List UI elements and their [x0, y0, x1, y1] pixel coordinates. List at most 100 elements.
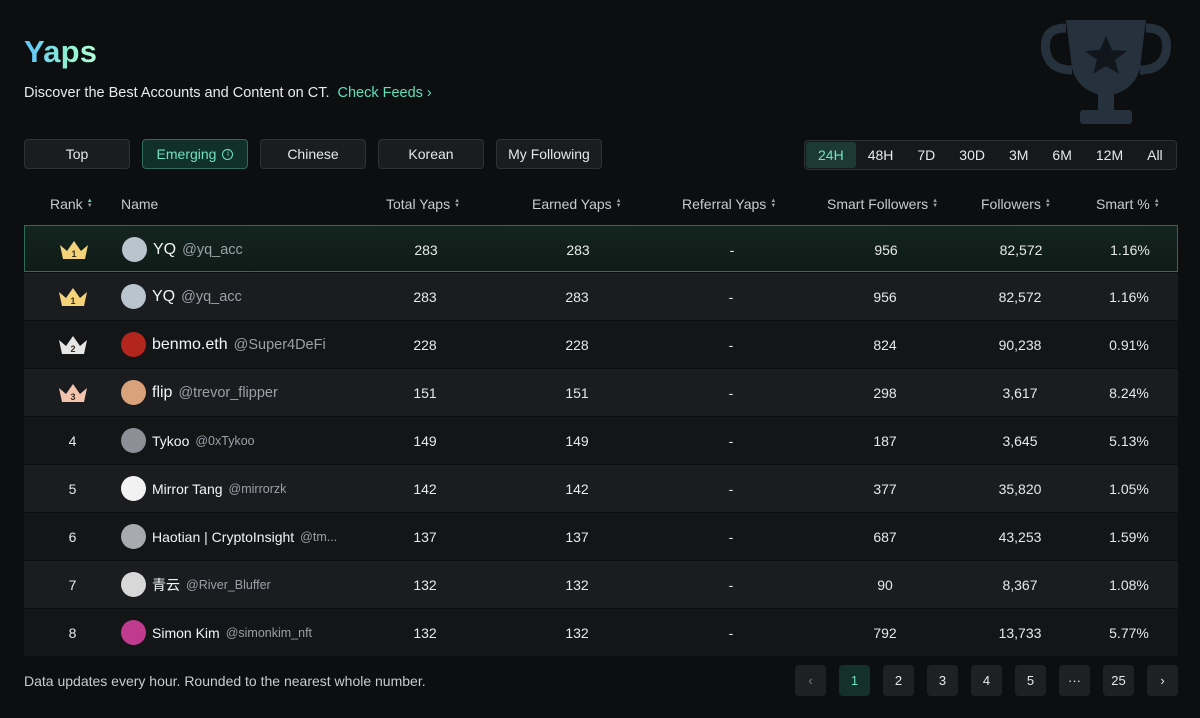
total-yaps-cell: 149	[413, 432, 437, 449]
display-name[interactable]: benmo.eth	[152, 336, 228, 354]
followers-cell: 13,733	[998, 624, 1042, 641]
smart-pct-cell: 1.05%	[1109, 480, 1149, 497]
avatar[interactable]	[121, 620, 146, 645]
total-yaps-cell: 283	[414, 241, 438, 258]
header-earned-yaps[interactable]: Earned Yaps ▲ ▼	[532, 196, 622, 212]
name-cell[interactable]: Haotian | CryptoInsight @tm...	[121, 513, 371, 560]
name-cell[interactable]: YQ @yq_acc	[122, 226, 372, 273]
referral-yaps-cell: -	[728, 480, 734, 497]
prev-page-button[interactable]: ‹	[795, 665, 826, 696]
table-row[interactable]: 1 YQ @yq_acc 283 283 - 956 82,572 1.16%	[24, 225, 1178, 272]
tab-chinese[interactable]: Chinese	[260, 139, 366, 169]
period-3m[interactable]: 3M	[997, 142, 1040, 168]
tab-top[interactable]: Top	[24, 139, 130, 169]
tab-my-following-label: My Following	[508, 146, 590, 162]
display-name[interactable]: Haotian | CryptoInsight	[152, 529, 294, 545]
tab-my-following[interactable]: My Following	[496, 139, 602, 169]
sort-icon: ▲ ▼	[615, 198, 622, 209]
smart-followers-cell: 187	[873, 432, 897, 449]
name-cell[interactable]: YQ @yq_acc	[121, 273, 371, 320]
header-rank[interactable]: Rank ▲ ▼	[50, 196, 93, 212]
period-all[interactable]: All	[1135, 142, 1175, 168]
display-name[interactable]: Mirror Tang	[152, 481, 223, 497]
time-period-selector: 24H 48H 7D 30D 3M 6M 12M All	[804, 140, 1177, 170]
rank-cell: 4	[24, 417, 121, 464]
avatar[interactable]	[121, 332, 146, 357]
avatar[interactable]	[121, 284, 146, 309]
total-yaps-cell: 137	[413, 528, 437, 545]
total-yaps-cell: 142	[413, 480, 437, 497]
info-icon[interactable]: i	[222, 148, 234, 160]
page-4-button[interactable]: 4	[971, 665, 1002, 696]
page-1-button[interactable]: 1	[839, 665, 870, 696]
crown-icon: 2	[58, 335, 87, 354]
table-row[interactable]: 6 Haotian | CryptoInsight @tm... 137 137 - 687…	[24, 513, 1178, 560]
check-feeds-link[interactable]: Check Feeds ›	[337, 85, 431, 101]
period-6m[interactable]: 6M	[1040, 142, 1083, 168]
name-cell[interactable]: Tykoo @0xTykoo	[121, 417, 371, 464]
period-48h[interactable]: 48H	[856, 142, 906, 168]
table-row[interactable]: 8 Simon Kim @simonkim_nft 132 132 - 792 13,733 5…	[24, 609, 1178, 656]
table-row[interactable]: 2 benmo.eth @Super4DeFi 228 228 - 824 90,238 0.9…	[24, 321, 1178, 368]
display-name[interactable]: YQ	[153, 241, 176, 259]
name-cell[interactable]: Mirror Tang @mirrorzk	[121, 465, 371, 512]
user-handle: @tm...	[300, 529, 338, 544]
avatar[interactable]	[121, 572, 146, 597]
rank-cell: 7	[24, 561, 121, 608]
header-total-yaps[interactable]: Total Yaps ▲ ▼	[386, 196, 460, 212]
period-24h[interactable]: 24H	[806, 142, 856, 168]
page-2-button[interactable]: 2	[883, 665, 914, 696]
total-yaps-cell: 151	[413, 384, 437, 401]
table-row[interactable]: 3 flip @trevor_flipper 151 151 - 298 3,617 8.24%	[24, 369, 1178, 416]
user-handle: @0xTykoo	[195, 433, 255, 448]
table-row[interactable]: 7 青云 @River_Bluffer 132 132 - 90 8,367 1.08%	[24, 561, 1178, 608]
followers-cell: 3,645	[1002, 432, 1038, 449]
header-smart-followers[interactable]: Smart Followers ▲ ▼	[827, 196, 938, 212]
page-5-button[interactable]: 5	[1015, 665, 1046, 696]
category-tabs: Top Emerging i Chinese Korean My Followin…	[24, 139, 602, 169]
avatar[interactable]	[121, 380, 146, 405]
avatar[interactable]	[121, 476, 146, 501]
tab-korean[interactable]: Korean	[378, 139, 484, 169]
smart-pct-cell: 1.16%	[1109, 288, 1149, 305]
period-30d[interactable]: 30D	[947, 142, 997, 168]
table-row[interactable]: 5 Mirror Tang @mirrorzk 142 142 - 377 35,820 1.0…	[24, 465, 1178, 512]
display-name[interactable]: YQ	[152, 288, 175, 306]
header-smart-pct[interactable]: Smart % ▲ ▼	[1096, 196, 1160, 212]
user-handle: @simonkim_nft	[225, 625, 313, 640]
page-25-button[interactable]: 25	[1103, 665, 1134, 696]
name-cell[interactable]: 青云 @River_Bluffer	[121, 561, 371, 608]
next-page-button[interactable]: ›	[1147, 665, 1178, 696]
name-cell[interactable]: benmo.eth @Super4DeFi	[121, 321, 371, 368]
avatar[interactable]	[121, 428, 146, 453]
smart-followers-cell: 687	[873, 528, 897, 545]
avatar[interactable]	[122, 237, 147, 262]
referral-yaps-cell: -	[728, 576, 734, 593]
header-earned-yaps-label: Earned Yaps	[532, 196, 612, 212]
tab-emerging[interactable]: Emerging i	[142, 139, 248, 169]
user-handle: @yq_acc	[182, 241, 243, 258]
rank-cell: 3	[24, 369, 121, 416]
smart-followers-cell: 824	[873, 336, 897, 353]
avatar[interactable]	[121, 524, 146, 549]
period-7d[interactable]: 7D	[905, 142, 947, 168]
header-referral-yaps[interactable]: Referral Yaps ▲ ▼	[682, 196, 776, 212]
header-followers[interactable]: Followers ▲ ▼	[981, 196, 1051, 212]
header-smart-followers-label: Smart Followers	[827, 196, 929, 212]
table-row[interactable]: 1 YQ @yq_acc 283 283 - 956 82,572 1.16%	[24, 273, 1178, 320]
display-name[interactable]: Simon Kim	[152, 625, 220, 641]
rank-cell: 8	[24, 609, 121, 656]
followers-cell: 35,820	[998, 480, 1042, 497]
display-name[interactable]: flip	[152, 384, 172, 402]
referral-yaps-cell: -	[728, 432, 734, 449]
trophy-icon	[1040, 20, 1172, 124]
page-3-button[interactable]: 3	[927, 665, 958, 696]
name-cell[interactable]: flip @trevor_flipper	[121, 369, 371, 416]
page-ellipsis[interactable]: ···	[1059, 665, 1090, 696]
display-name[interactable]: 青云	[152, 575, 180, 595]
name-cell[interactable]: Simon Kim @simonkim_nft	[121, 609, 371, 656]
crown-icon: 1	[58, 287, 87, 306]
period-12m[interactable]: 12M	[1084, 142, 1135, 168]
table-row[interactable]: 4 Tykoo @0xTykoo 149 149 - 187 3,645 5.13%	[24, 417, 1178, 464]
display-name[interactable]: Tykoo	[152, 433, 189, 449]
